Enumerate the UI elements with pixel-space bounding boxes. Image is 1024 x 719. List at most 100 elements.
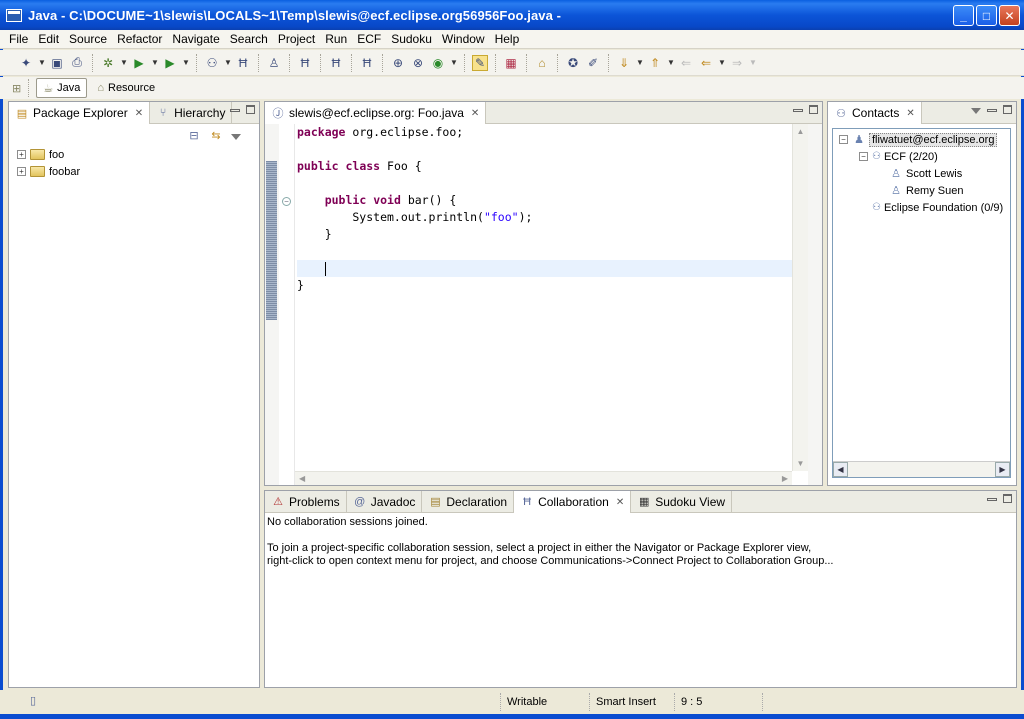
close-tab-icon[interactable]: ✕: [135, 108, 143, 119]
menu-help[interactable]: Help: [490, 32, 525, 46]
sudoku-icon[interactable]: ▦: [503, 55, 519, 71]
previous-annotation-icon[interactable]: ⇑: [647, 55, 663, 71]
back-dropdown-icon[interactable]: ▼: [718, 58, 726, 67]
menu-edit[interactable]: Edit: [33, 32, 64, 46]
tab-foo-java[interactable]: Ⓙ slewis@ecf.eclipse.org: Foo.java ✕: [265, 102, 487, 124]
code-area[interactable]: package org.eclipse.foo; public class Fo…: [297, 124, 792, 471]
perspective-resource[interactable]: ⌂ Resource: [91, 78, 161, 98]
user-icon[interactable]: ♙: [266, 55, 282, 71]
collapse-all-icon[interactable]: ⊟: [187, 129, 201, 142]
next-annotation-icon[interactable]: ⇓: [616, 55, 632, 71]
scroll-left-icon[interactable]: ◀: [299, 474, 305, 483]
tab-package-explorer[interactable]: ▤ Package Explorer ✕: [9, 102, 151, 124]
tab-hierarchy[interactable]: ⑂ Hierarchy: [150, 102, 233, 123]
close-tab-icon[interactable]: ✕: [906, 108, 914, 119]
connect-dropdown-icon[interactable]: ▼: [224, 58, 232, 67]
minimize-view-icon[interactable]: [793, 109, 803, 112]
maximize-button[interactable]: □: [976, 5, 997, 26]
highlight-icon[interactable]: ✎: [472, 54, 488, 71]
tab-declaration[interactable]: ▤ Declaration: [422, 491, 515, 512]
collab-group-icon[interactable]: Ħ: [328, 55, 344, 71]
group-item[interactable]: − ⚇ ECF (2/20): [839, 148, 1010, 165]
menu-ecf[interactable]: ECF: [352, 32, 386, 46]
menu-sudoku[interactable]: Sudoku: [386, 32, 437, 46]
minimize-view-icon[interactable]: [230, 109, 240, 112]
view-menu-icon[interactable]: [231, 133, 241, 140]
search-icon[interactable]: ✐: [585, 55, 601, 71]
minimize-view-icon[interactable]: [987, 498, 997, 501]
save-icon[interactable]: ▣: [49, 55, 65, 71]
tree-item[interactable]: + foobar: [17, 163, 259, 180]
menu-refactor[interactable]: Refactor: [112, 32, 167, 46]
run-icon[interactable]: ▶: [131, 55, 147, 71]
maximize-view-icon[interactable]: [1003, 494, 1012, 503]
tree-item[interactable]: + foo: [17, 146, 259, 163]
scroll-up-icon[interactable]: ▲: [793, 124, 808, 139]
open-type-icon[interactable]: ⌂: [534, 55, 550, 71]
external-tools-dropdown-icon[interactable]: ▼: [182, 58, 190, 67]
scroll-right-icon[interactable]: ▶: [995, 462, 1010, 477]
close-tab-icon[interactable]: ✕: [616, 497, 624, 508]
new-package-icon[interactable]: ⊕: [390, 55, 406, 71]
account-item[interactable]: − ♟ fliwatuet@ecf.eclipse.org: [839, 131, 1010, 148]
group-item[interactable]: ⚇ Eclipse Foundation (0/9): [839, 199, 1010, 216]
minimize-view-icon[interactable]: [987, 109, 997, 112]
collapse-method-icon[interactable]: −: [282, 197, 291, 206]
print-icon[interactable]: ⎙: [69, 55, 85, 71]
collapse-icon[interactable]: −: [839, 135, 848, 144]
menu-run[interactable]: Run: [320, 32, 352, 46]
maximize-view-icon[interactable]: [246, 105, 255, 114]
editor-horizontal-scrollbar[interactable]: ◀ ▶: [295, 471, 792, 485]
menu-window[interactable]: Window: [437, 32, 490, 46]
debug-dropdown-icon[interactable]: ▼: [120, 58, 128, 67]
new-icon[interactable]: ✦: [18, 55, 34, 71]
scroll-down-icon[interactable]: ▼: [793, 456, 808, 471]
forward-dropdown-icon[interactable]: ▼: [749, 58, 757, 67]
maximize-view-icon[interactable]: [809, 105, 818, 114]
fast-view-icon[interactable]: ▯: [26, 694, 40, 707]
open-perspective-icon[interactable]: ⊞: [12, 82, 21, 95]
contacts-horizontal-scrollbar[interactable]: ◀ ▶: [833, 461, 1010, 477]
expand-icon[interactable]: +: [17, 167, 26, 176]
next-annotation-dropdown-icon[interactable]: ▼: [636, 58, 644, 67]
back-icon[interactable]: ⇐: [698, 55, 714, 71]
menu-file[interactable]: File: [4, 32, 33, 46]
tab-contacts[interactable]: ⚇ Contacts ✕: [828, 102, 922, 124]
new-other-icon[interactable]: ◉: [430, 55, 446, 71]
collapse-icon[interactable]: −: [859, 152, 868, 161]
perspective-java[interactable]: ☕ Java: [36, 78, 88, 98]
connect-icon[interactable]: ⚇: [204, 55, 220, 71]
contact-item[interactable]: ♙ Remy Suen: [839, 182, 1010, 199]
previous-annotation-dropdown-icon[interactable]: ▼: [667, 58, 675, 67]
external-tools-icon[interactable]: ▶: [162, 55, 178, 71]
tab-problems[interactable]: ⚠ Problems: [265, 491, 347, 512]
contact-item[interactable]: ♙ Scott Lewis: [839, 165, 1010, 182]
tab-sudoku-view[interactable]: ▦ Sudoku View: [631, 491, 733, 512]
tab-javadoc[interactable]: @ Javadoc: [346, 491, 423, 512]
editor-vertical-scrollbar[interactable]: ▲ ▼: [792, 124, 808, 471]
menu-source[interactable]: Source: [64, 32, 112, 46]
expand-icon[interactable]: +: [17, 150, 26, 159]
menu-project[interactable]: Project: [273, 32, 320, 46]
forward-icon[interactable]: ⇒: [729, 55, 745, 71]
debug-icon[interactable]: ✲: [100, 55, 116, 71]
menu-search[interactable]: Search: [225, 32, 273, 46]
scroll-right-icon[interactable]: ▶: [782, 474, 788, 483]
minimize-button[interactable]: _: [953, 5, 974, 26]
menu-navigate[interactable]: Navigate: [167, 32, 224, 46]
new-other-dropdown-icon[interactable]: ▼: [450, 58, 458, 67]
view-menu-icon[interactable]: [971, 108, 981, 114]
scroll-left-icon[interactable]: ◀: [833, 462, 848, 477]
close-button[interactable]: ✕: [999, 5, 1020, 26]
last-edit-icon[interactable]: ⇐: [678, 55, 694, 71]
tab-collaboration[interactable]: Ħ Collaboration ✕: [514, 491, 632, 513]
open-task-icon[interactable]: ✪: [565, 55, 581, 71]
close-tab-icon[interactable]: ✕: [471, 108, 479, 119]
new-class-icon[interactable]: ⊗: [410, 55, 426, 71]
new-dropdown-icon[interactable]: ▼: [38, 58, 46, 67]
run-dropdown-icon[interactable]: ▼: [151, 58, 159, 67]
collab-share-icon[interactable]: Ħ: [297, 55, 313, 71]
collab-project-icon[interactable]: Ħ: [359, 55, 375, 71]
maximize-view-icon[interactable]: [1003, 105, 1012, 114]
link-with-editor-icon[interactable]: ⇆: [209, 129, 223, 142]
